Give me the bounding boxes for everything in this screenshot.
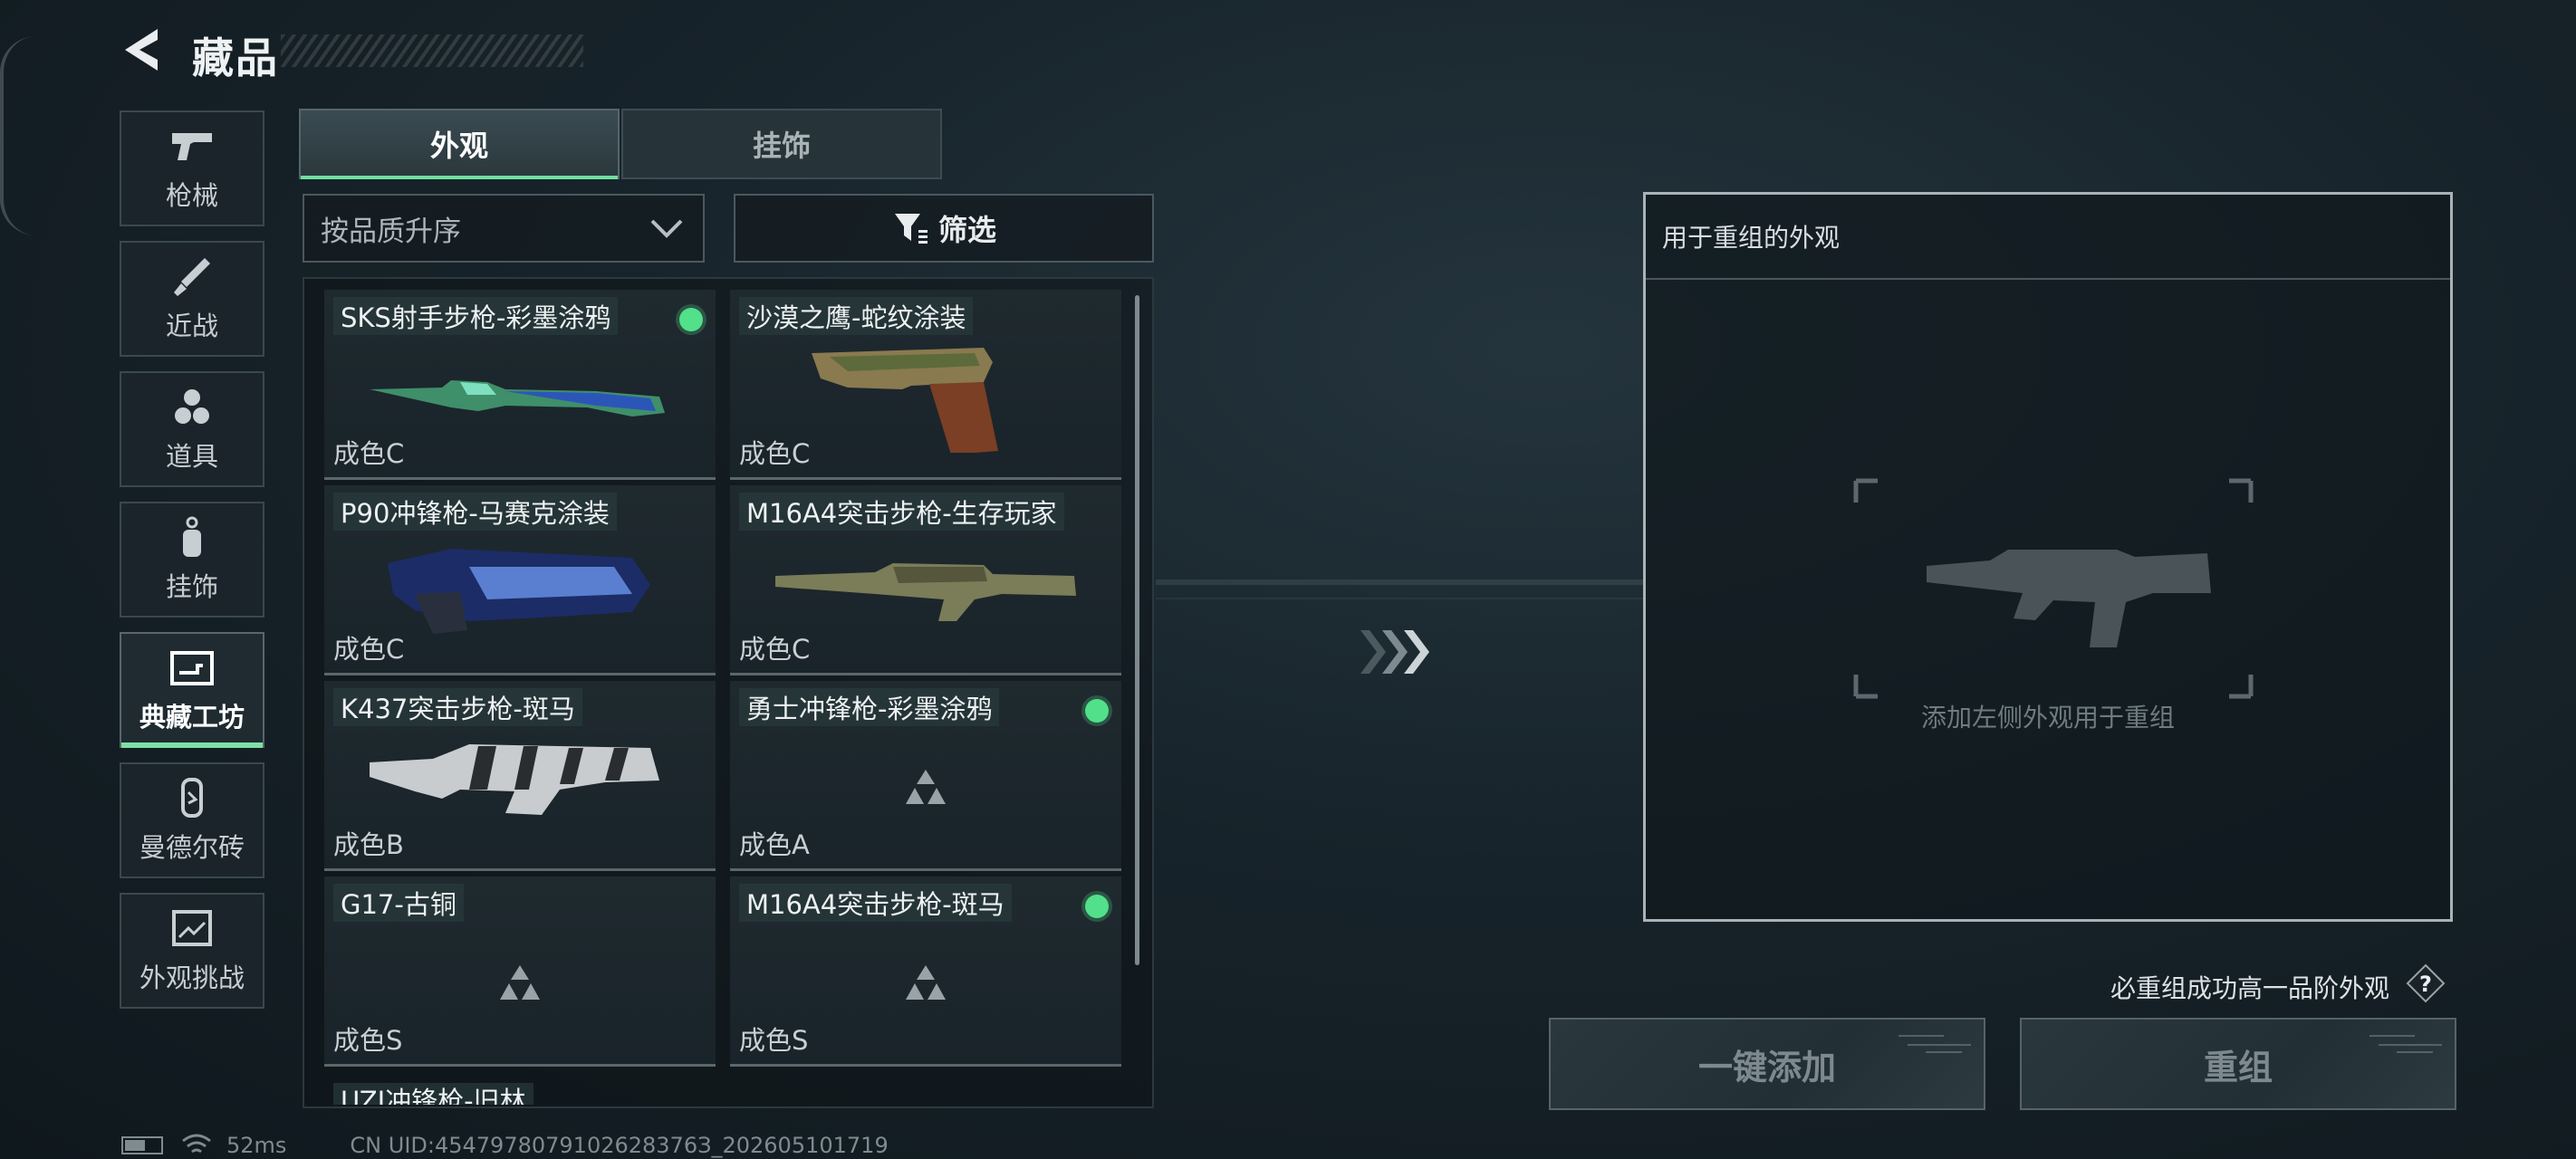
back-arrow-icon[interactable] <box>116 24 165 76</box>
uid-text: CN UID:4547978079102628376З_202605101719 <box>350 1133 889 1158</box>
sidebar-item-melee[interactable]: 近战 <box>120 241 264 357</box>
sidebar-item-guns[interactable]: 枪械 <box>120 110 264 226</box>
sidebar-item-mandel-brick[interactable]: 曼德尔砖 <box>120 762 264 878</box>
remix-guarantee-note: 必重组成功高一品阶外观 <box>2110 973 2390 1003</box>
mandel-brick-icon <box>181 778 203 818</box>
sidebar-item-workshop[interactable]: 典藏工坊 <box>120 632 264 748</box>
remix-panel: 用于重组的外观 添加左侧外观用于重组 <box>1643 192 2453 922</box>
sidebar-item-challenge[interactable]: 外观挑战 <box>120 893 264 1009</box>
skin-grid: SKS射手步枪-彩墨涂鸦 成色C 沙漠之鹰-蛇纹涂装 成色C P90冲锋枪-马赛… <box>303 277 1154 1108</box>
skin-card-sks[interactable]: SKS射手步枪-彩墨涂鸦 成色C <box>324 290 716 480</box>
grenades-icon <box>175 389 209 424</box>
one-click-add-button[interactable]: 一键添加 <box>1549 1018 1985 1110</box>
skin-card-warrior-smg[interactable]: 勇士冲锋枪-彩墨涂鸦 成色A <box>730 681 1121 871</box>
p90-image <box>388 549 650 634</box>
ping-text: 52ms <box>226 1133 287 1158</box>
knife-icon <box>174 258 210 296</box>
decorative-arc <box>0 36 36 235</box>
filter-button[interactable]: 筛选 <box>734 194 1154 263</box>
connector-line <box>1156 598 1645 599</box>
rifle-silhouette-icon <box>1853 478 2254 699</box>
title-decoration <box>281 34 583 67</box>
desert-eagle-image <box>812 348 998 453</box>
placeholder-logo-icon <box>906 965 946 1000</box>
placeholder-logo-icon <box>500 965 540 1000</box>
skin-card-desert-eagle[interactable]: 沙漠之鹰-蛇纹涂装 成色C <box>730 290 1121 480</box>
remix-panel-title: 用于重组的外观 <box>1662 223 1841 253</box>
skin-card-uzi[interactable]: UZI冲锋枪-旧林 <box>324 1083 716 1106</box>
sidebar-item-items[interactable]: 道具 <box>120 371 264 487</box>
skin-card-k437[interactable]: K437突击步枪-斑马 成色B <box>324 681 716 871</box>
new-indicator-dot <box>1085 699 1109 723</box>
skin-card-m16a4-zebra[interactable]: M16A4突击步枪-斑马 成色S <box>730 876 1121 1067</box>
k437-zebra-image <box>370 744 659 815</box>
page-title: 藏品 <box>192 34 279 82</box>
button-decoration <box>2369 1035 2442 1053</box>
connector-line <box>1156 580 1645 585</box>
sks-rifle-image <box>370 380 665 417</box>
pistol-icon <box>172 133 212 160</box>
tab-looks[interactable]: 外观 <box>299 109 620 179</box>
status-bar: 52ms CN UID:4547978079102628376З_2026051… <box>121 1132 889 1159</box>
chevron-down-icon <box>650 219 683 238</box>
remix-button[interactable]: 重组 <box>2020 1018 2456 1110</box>
remix-panel-header: 用于重组的外观 <box>1646 195 2450 280</box>
workshop-icon <box>170 651 214 685</box>
skin-card-m16a4-survivor[interactable]: M16A4突击步枪-生存玩家 成色C <box>730 485 1121 675</box>
battery-icon <box>121 1136 163 1154</box>
button-decoration <box>1898 1035 1971 1053</box>
placeholder-logo-icon <box>906 770 946 804</box>
svg-text:?: ? <box>2419 972 2432 997</box>
new-indicator-dot <box>679 308 703 331</box>
filter-label: 筛选 <box>937 213 996 247</box>
tab-charms[interactable]: 挂饰 <box>621 109 942 179</box>
sort-label: 按品质升序 <box>321 215 461 248</box>
new-indicator-dot <box>1085 895 1109 918</box>
sort-dropdown[interactable]: 按品质升序 <box>303 194 705 263</box>
skin-card-g17[interactable]: G17-古铜 成色S <box>324 876 716 1067</box>
m16a4-survivor-image <box>775 563 1076 621</box>
remix-hint-text: 添加左侧外观用于重组 <box>1920 703 2175 733</box>
sidebar-item-charms[interactable]: 挂饰 <box>120 502 264 618</box>
triple-chevron-right-icon <box>1360 630 1429 674</box>
charm-icon <box>183 516 201 557</box>
help-icon[interactable]: ? <box>2406 963 2446 1003</box>
grid-scrollbar[interactable] <box>1135 295 1139 965</box>
skin-card-p90[interactable]: P90冲锋枪-马赛克涂装 成色C <box>324 485 716 675</box>
challenge-icon <box>172 910 212 946</box>
wifi-icon <box>182 1134 211 1154</box>
filter-icon <box>894 214 928 244</box>
